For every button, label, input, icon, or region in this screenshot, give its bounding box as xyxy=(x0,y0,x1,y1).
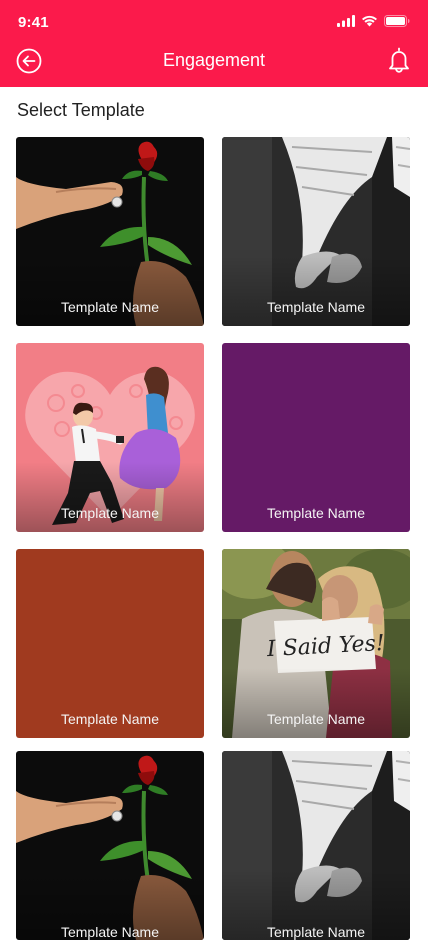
template-name-label: Template Name xyxy=(60,299,160,315)
card-gradient xyxy=(16,256,204,326)
template-card[interactable]: Template Name xyxy=(222,137,410,326)
notifications-button[interactable] xyxy=(386,46,412,74)
template-card[interactable]: Template Name xyxy=(222,343,410,532)
template-name-label: Template Name xyxy=(266,299,366,315)
template-name-label: Template Name xyxy=(266,924,366,940)
template-card[interactable]: Template Name xyxy=(16,343,204,532)
battery-icon xyxy=(384,15,410,27)
card-gradient xyxy=(222,256,410,326)
signal-icon xyxy=(337,15,355,27)
template-card[interactable]: Template Name xyxy=(16,549,204,738)
status-icons xyxy=(337,15,410,27)
template-card[interactable]: Template Name xyxy=(222,751,410,940)
card-gradient xyxy=(16,462,204,532)
status-time: 9:41 xyxy=(18,14,49,31)
template-card[interactable]: I Said Yes! Template Name xyxy=(222,549,410,738)
template-card[interactable]: Template Name xyxy=(16,137,204,326)
nav-bar: Engagement xyxy=(0,44,428,87)
template-name-label: Template Name xyxy=(266,505,366,521)
status-bar: 9:41 xyxy=(0,0,428,44)
section-title: Select Template xyxy=(17,100,145,120)
template-name-label: Template Name xyxy=(60,505,160,521)
template-name-label: Template Name xyxy=(266,711,366,727)
bell-icon xyxy=(389,47,409,73)
wifi-icon xyxy=(362,15,377,27)
template-card[interactable]: Template Name xyxy=(16,751,204,940)
app-header: 9:41 Engagement xyxy=(0,0,428,87)
card-gradient xyxy=(222,668,410,738)
template-name-label: Template Name xyxy=(60,711,160,727)
page-title: Engagement xyxy=(162,50,266,70)
template-name-label: Template Name xyxy=(60,924,160,940)
